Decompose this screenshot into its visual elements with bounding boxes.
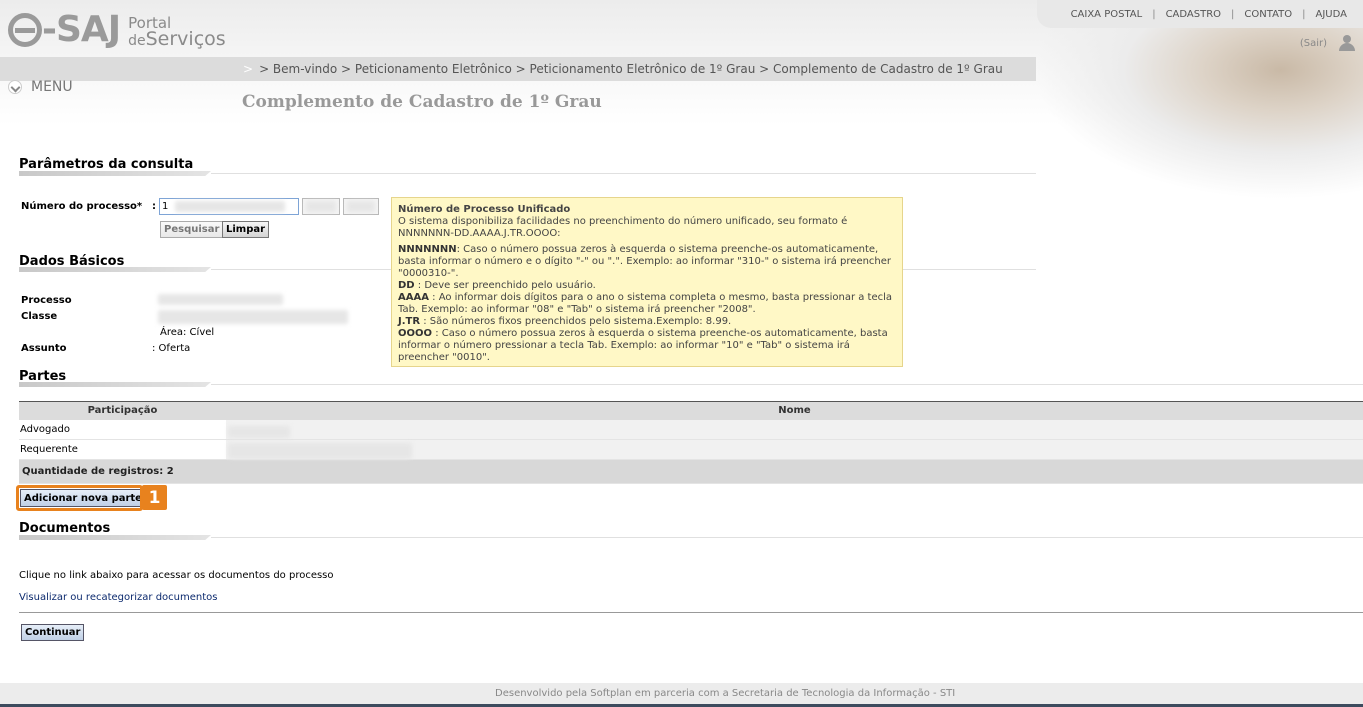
redacted-name (228, 426, 290, 438)
tooltip-item: NNNNNNN: Caso o número possua zeros à es… (398, 244, 892, 279)
caixa-postal-link[interactable]: CAIXA POSTAL (1061, 9, 1153, 20)
section-divider (19, 171, 1036, 176)
participacao-cell: Requerente (19, 439, 226, 460)
step-badge: 1 (142, 485, 167, 510)
table-header-row: Participação Nome (19, 401, 1363, 420)
section-divider (19, 535, 1363, 540)
cadastro-link[interactable]: CADASTRO (1156, 9, 1231, 20)
process-number-help-tooltip: Número de Processo Unificado O sistema d… (391, 197, 903, 367)
highlight-box (16, 485, 143, 511)
view-documents-link[interactable]: Visualizar ou recategorizar documentos (19, 592, 217, 603)
participacao-column-header: Participação (19, 401, 226, 420)
processo-label: Processo (21, 295, 72, 306)
partes-table: Participação Nome Advogado Requerente Qu… (19, 401, 1363, 484)
assunto-label: Assunto (21, 343, 67, 354)
tooltip-intro: O sistema disponibiliza facilidades no p… (398, 216, 848, 239)
search-button[interactable]: Pesquisar (160, 221, 224, 238)
page-title: Complemento de Cadastro de 1º Grau (242, 92, 602, 112)
tooltip-item: OOOO : Caso o número possua zeros à esqu… (398, 328, 888, 363)
tooltip-item: AAAA : Ao informar dois dígitos para o a… (398, 292, 893, 315)
label-colon: : (152, 201, 156, 212)
chevron-down-icon (8, 80, 22, 94)
logo-servicos: deServiços (128, 28, 226, 50)
logo-e-icon (8, 13, 42, 47)
divider (19, 612, 1363, 613)
logout-link[interactable]: (Sair) (1300, 38, 1327, 49)
documents-info-text: Clique no link abaixo para acessar os do… (19, 570, 334, 581)
documentos-section-title: Documentos (19, 521, 111, 536)
section-divider (19, 382, 1363, 387)
contato-link[interactable]: CONTATO (1234, 9, 1302, 20)
redacted-name (228, 443, 412, 459)
user-icon[interactable] (1339, 35, 1355, 51)
nome-cell (226, 419, 1363, 440)
clear-button[interactable]: Limpar (222, 221, 270, 238)
area-text: Área: Cível (160, 327, 215, 338)
total-row: Quantidade de registros: 2 (19, 459, 1363, 484)
table-row[interactable]: Requerente (19, 439, 1363, 460)
footer: Desenvolvido pela Softplan em parceria c… (0, 683, 1363, 707)
footer-text: Desenvolvido pela Softplan em parceria c… (495, 688, 956, 699)
breadcrumb-trail[interactable]: > Bem-vindo > Peticionamento Eletrônico … (259, 62, 1003, 76)
logo-subtitle: Portal deServiços (128, 15, 226, 49)
header-decoration (1033, 0, 1363, 200)
process-number-label: Número do processo* (21, 201, 143, 212)
menu-label: MENU (31, 79, 73, 95)
redacted-classe-value (158, 310, 348, 324)
tooltip-item: J.TR : São números fixos preenchidos pel… (398, 316, 732, 327)
assunto-value: : Oferta (152, 343, 191, 354)
tooltip-item: DD : Deve ser preenchido pelo usuário. (398, 280, 596, 291)
esaj-logo[interactable]: -SAJ Portal deServiços (8, 10, 226, 50)
breadcrumb-arrow-icon: > (243, 62, 254, 76)
redacted-processo-value (158, 294, 283, 305)
logo-wordmark: -SAJ (8, 10, 121, 50)
classe-label: Classe (21, 311, 58, 322)
params-section-title: Parâmetros da consulta (19, 157, 194, 172)
table-row[interactable]: Advogado (19, 419, 1363, 440)
top-links: CAIXA POSTAL | CADASTRO | CONTATO | AJUD… (1037, 0, 1363, 28)
ajuda-link[interactable]: AJUDA (1306, 9, 1357, 20)
menu-toggle[interactable]: MENU (0, 72, 235, 102)
continue-button[interactable]: Continuar (21, 624, 85, 641)
redacted-process-number (175, 201, 285, 212)
tooltip-title: Número de Processo Unificado (398, 204, 571, 215)
nome-column-header: Nome (226, 401, 1363, 420)
record-count: Quantidade de registros: 2 (19, 459, 1363, 484)
redacted-process-origin (347, 201, 375, 212)
participacao-cell: Advogado (19, 419, 226, 440)
redacted-process-year (306, 201, 336, 212)
